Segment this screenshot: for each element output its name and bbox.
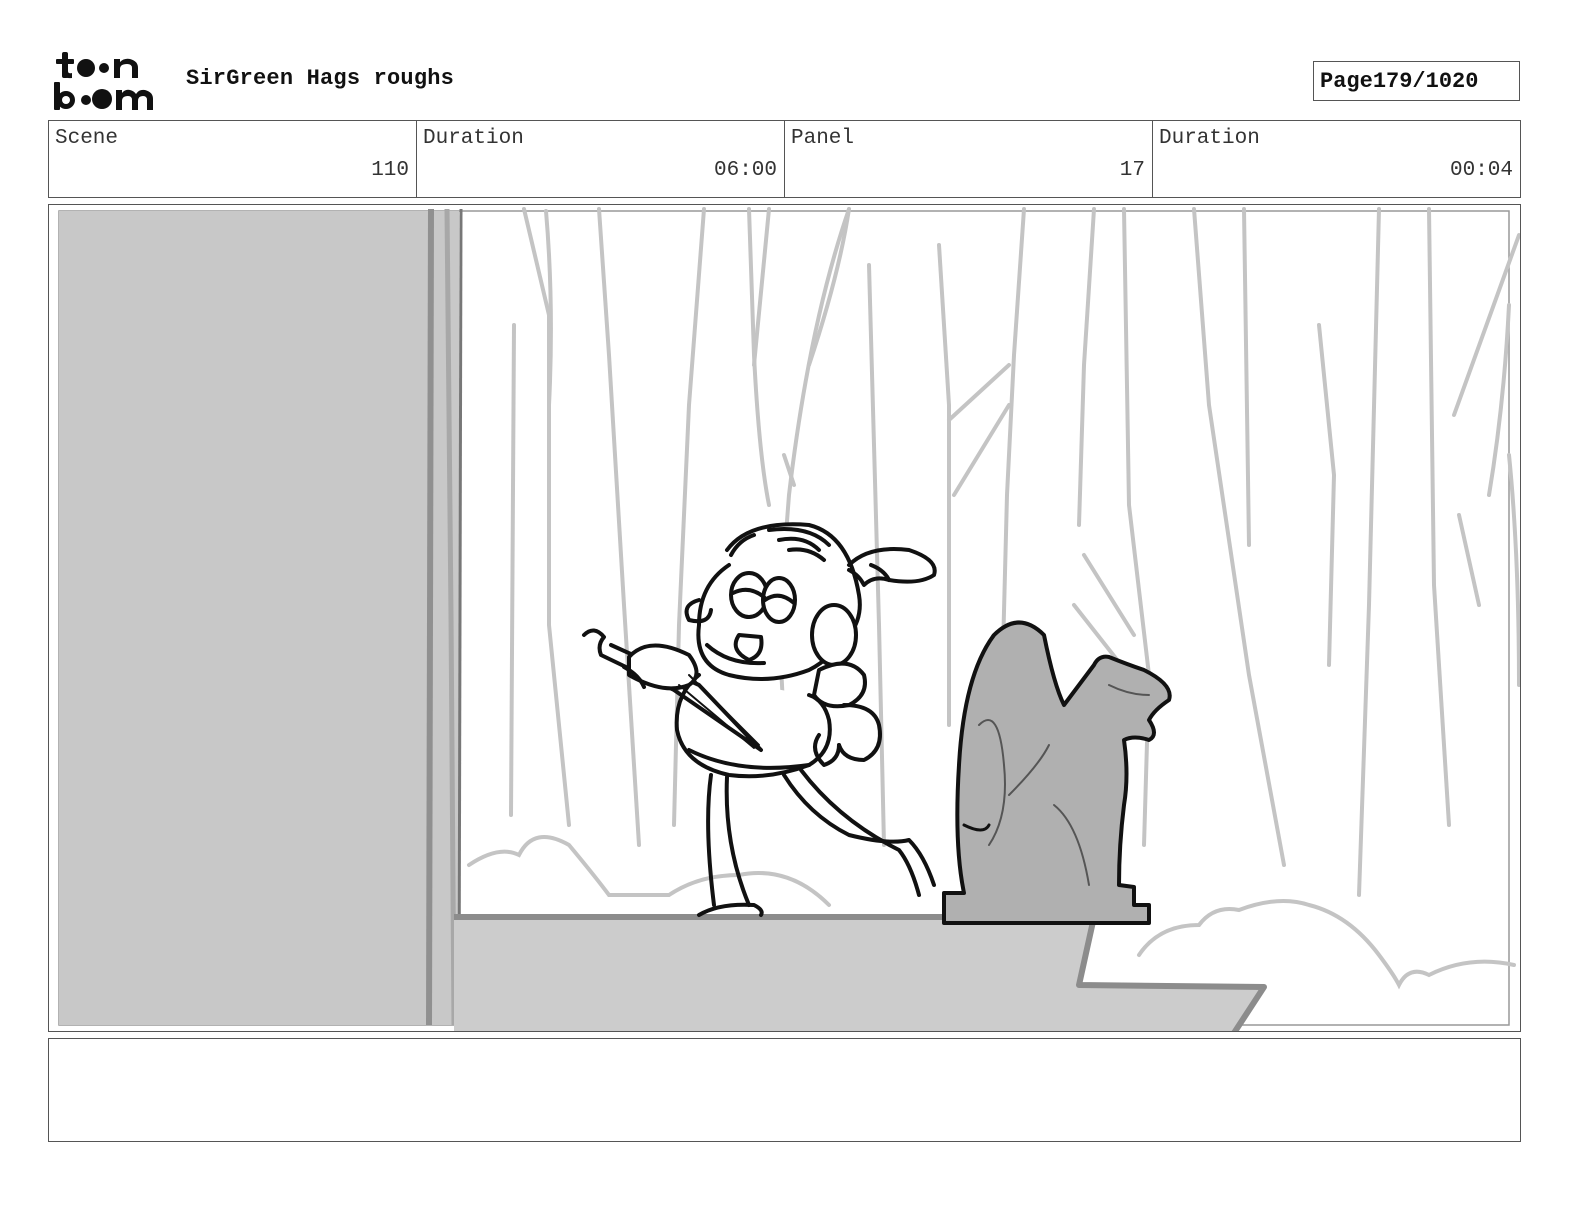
panel-cell: Panel 17 [785,121,1153,197]
scene-label: Scene [55,127,119,150]
scene-duration-value: 06:00 [713,159,777,182]
scene-duration-label: Duration [423,127,524,150]
storyboard-panel [48,204,1521,1032]
scene-value: 110 [371,159,409,182]
panel-sketch [58,207,1520,1031]
page-number: 179/1020 [1372,68,1479,94]
panel-label: Panel [791,127,855,150]
scene-duration-cell: Duration 06:00 [417,121,785,197]
panel-duration-value: 00:04 [1449,159,1513,182]
panel-duration-label: Duration [1159,127,1260,150]
project-title: SirGreen Hags roughs [186,66,455,91]
panel-duration-cell: Duration 00:04 [1153,121,1520,197]
panel-value: 17 [1119,159,1145,182]
scene-info-row: Scene 110 Duration 06:00 Panel 17 Durati… [48,120,1521,198]
gargoyle-statue [942,620,1172,925]
stone-ledge [454,914,1267,1031]
left-wall [59,208,463,1026]
panel-notes-box[interactable] [48,1038,1521,1142]
scene-cell: Scene 110 [49,121,417,197]
page-indicator: Page 179/1020 [1313,61,1520,101]
page-label: Page [1320,68,1373,94]
toonboom-logo [52,50,164,112]
